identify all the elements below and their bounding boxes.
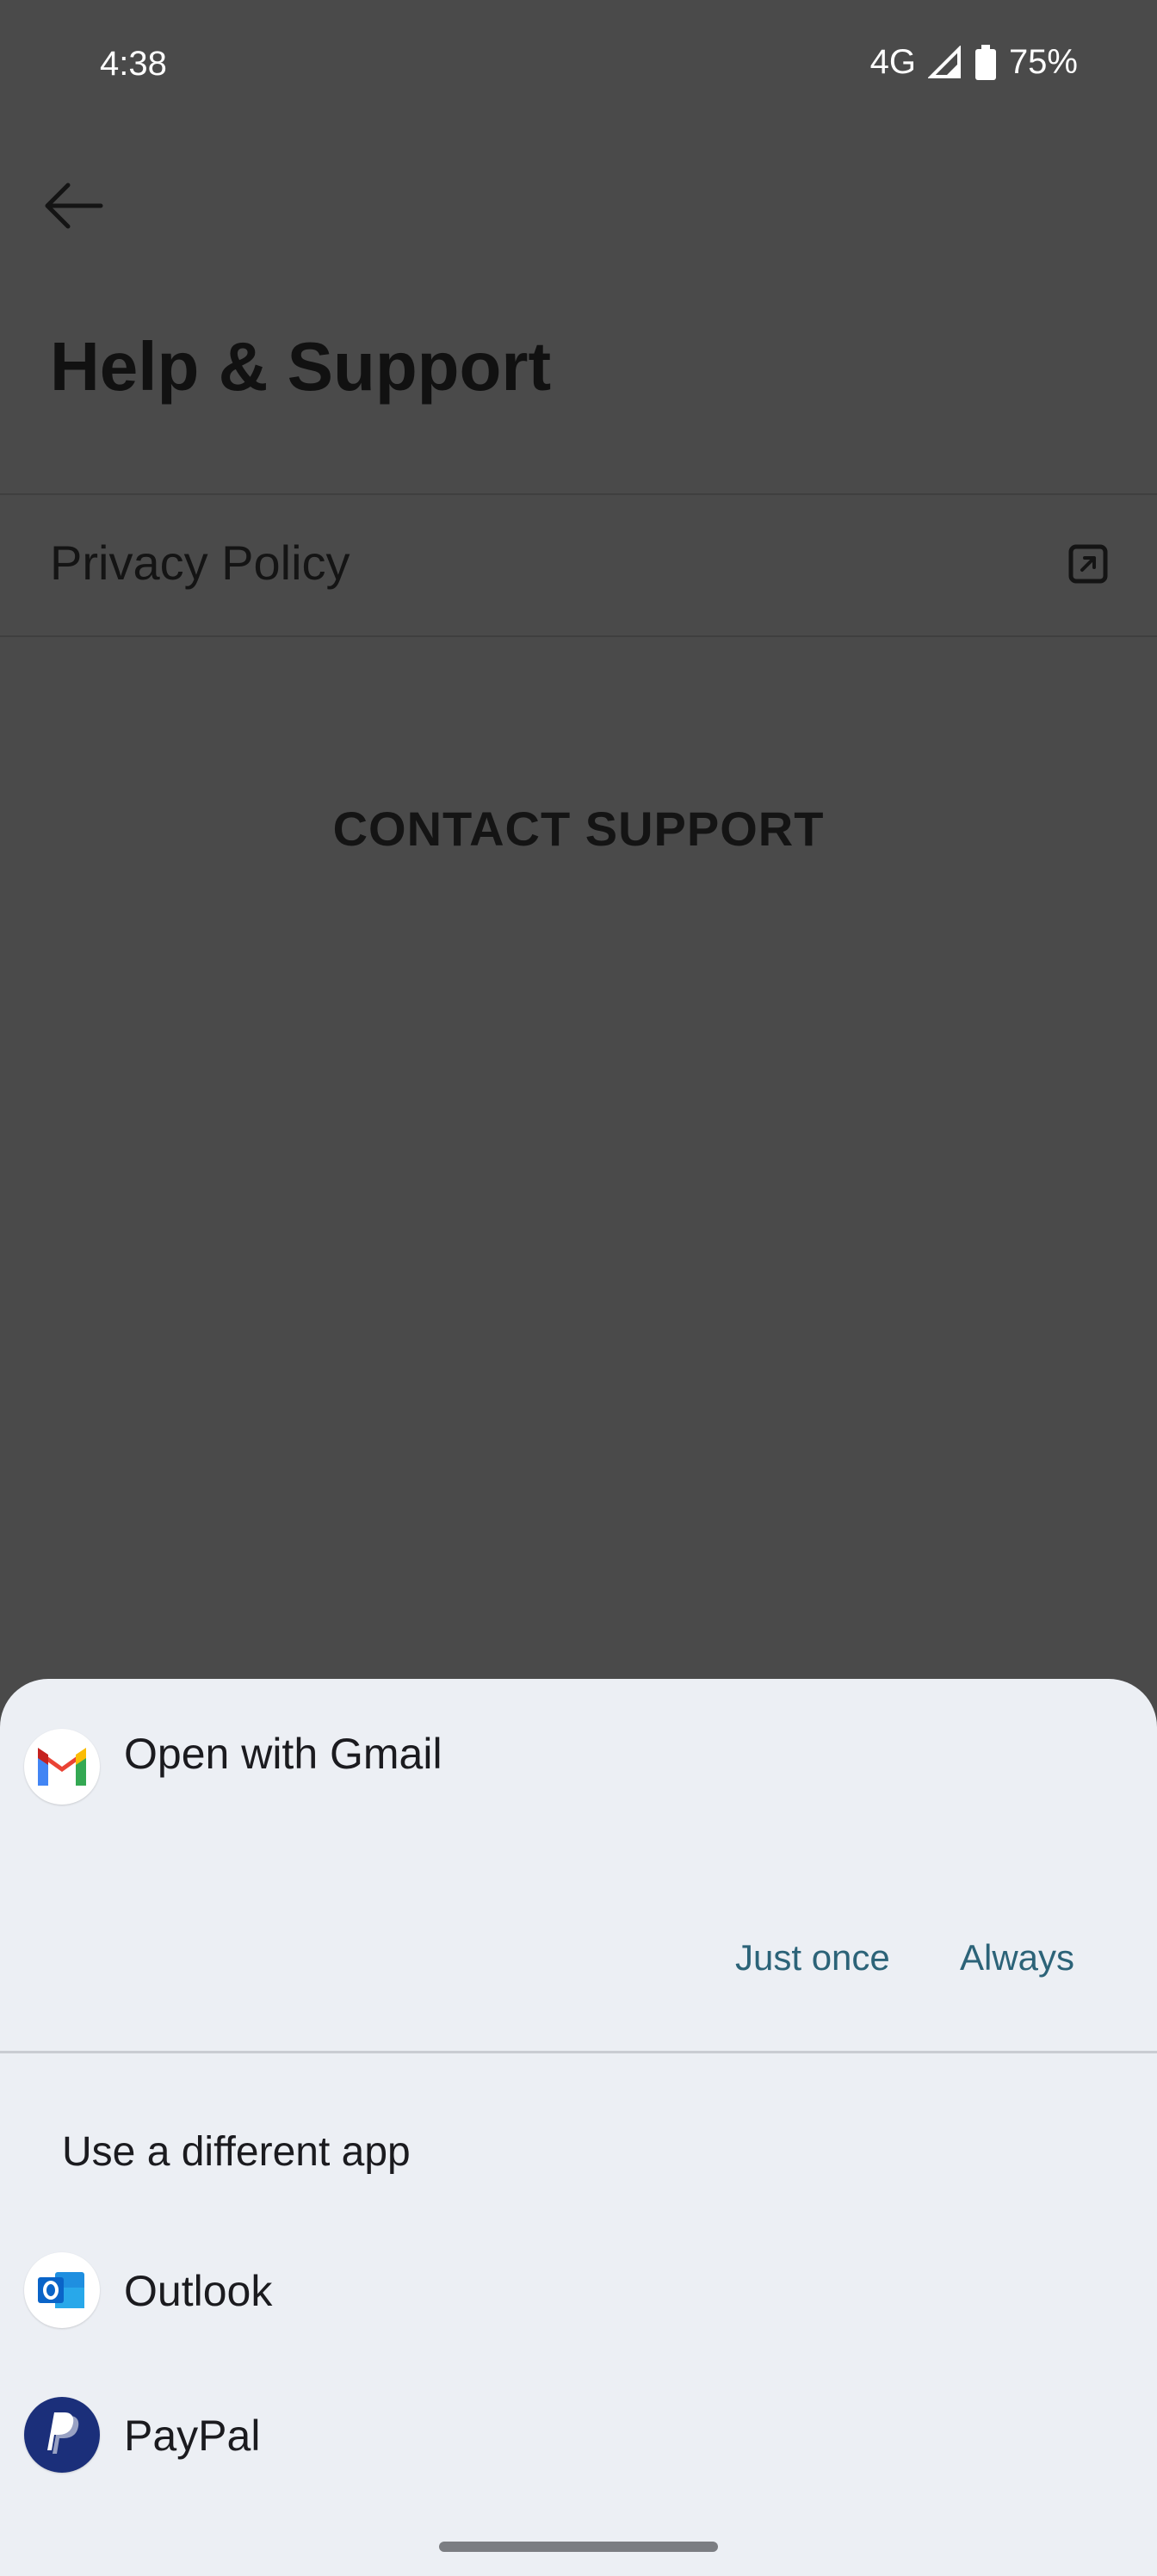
divider — [0, 635, 1157, 637]
different-app-label: Use a different app — [62, 2129, 411, 2175]
status-indicators: 4G 75% — [870, 43, 1078, 82]
back-button[interactable] — [34, 169, 112, 246]
privacy-policy-label: Privacy Policy — [50, 536, 350, 590]
paypal-icon — [24, 2397, 100, 2473]
status-time: 4:38 — [100, 45, 167, 83]
privacy-policy-item[interactable]: Privacy Policy — [0, 495, 1157, 635]
page-title: Help & Support — [50, 328, 552, 405]
network-type: 4G — [869, 43, 916, 81]
home-indicator[interactable] — [439, 2542, 718, 2552]
status-bar: 4:38 4G 75% — [0, 0, 1157, 129]
arrow-left-icon — [42, 180, 104, 236]
app-name: PayPal — [124, 2412, 261, 2460]
gmail-icon — [24, 1729, 100, 1805]
battery-percent: 75% — [1008, 43, 1078, 81]
signal-icon — [927, 45, 962, 80]
app-name: Outlook — [124, 2267, 273, 2315]
battery-icon — [974, 44, 997, 81]
outlook-icon — [24, 2252, 100, 2328]
contact-support-button[interactable]: CONTACT SUPPORT — [0, 801, 1157, 878]
sheet-divider — [0, 2051, 1157, 2053]
app-option-paypal[interactable]: PayPal — [0, 2366, 1157, 2504]
app-chooser-sheet: Open with Gmail Just once Always Use a d… — [0, 1679, 1157, 2576]
app-option-outlook[interactable]: Outlook — [0, 2221, 1157, 2359]
always-button[interactable]: Always — [960, 1937, 1074, 1978]
external-link-icon — [1067, 543, 1109, 585]
just-once-button[interactable]: Just once — [735, 1937, 890, 1978]
chooser-title: Open with Gmail — [124, 1730, 442, 1778]
